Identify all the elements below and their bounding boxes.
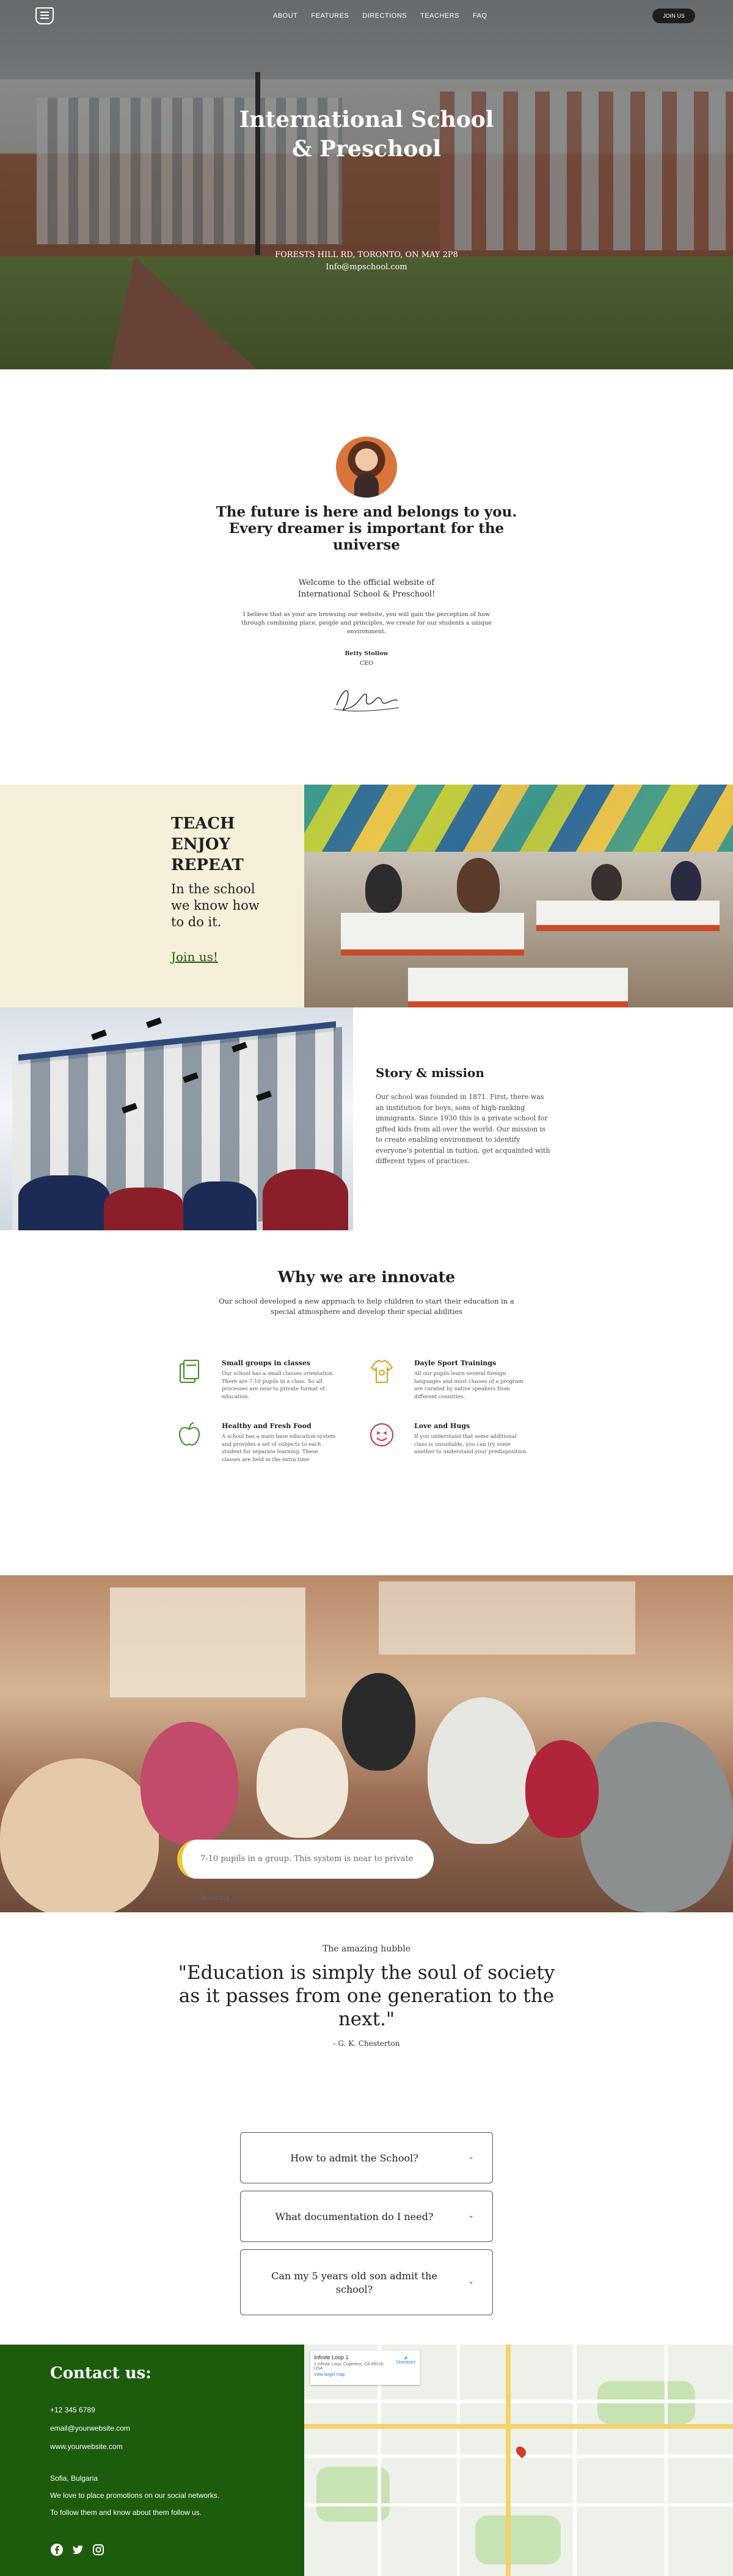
contact-email[interactable]: email@yourwebsite.com xyxy=(50,2424,130,2433)
classroom-kids-photo: 7-10 pupils in a group. This system is n… xyxy=(0,1575,733,1912)
faq-question: What documentation do I need? xyxy=(275,2211,434,2222)
view-larger-map-link[interactable]: View larger map xyxy=(314,2373,417,2377)
faq-section: How to admit the School? ⌄ What document… xyxy=(0,2077,733,2345)
nav-link-features[interactable]: FEATURES xyxy=(311,12,349,20)
contact-panel: Contact us: +12 345 6789 email@yourwebsi… xyxy=(0,2345,304,2576)
nav-links: ABOUT FEATURES DIRECTIONS TEACHERS FAQ xyxy=(273,12,487,20)
quote-text: "Education is simply the soul of society… xyxy=(178,1962,555,2030)
facebook-icon[interactable] xyxy=(50,2543,64,2556)
teach-heading: TEACH ENJOY REPEAT xyxy=(171,815,244,874)
feature-love: Love and Hugs If you understand that som… xyxy=(366,1420,531,1468)
books-icon xyxy=(180,1360,199,1383)
feature-small-groups: Small groups in classes Our school has a… xyxy=(174,1357,339,1406)
kids-caption-card: 7-10 pupils in a group. This system is n… xyxy=(177,1840,434,1903)
feature-title: Healthy and Fresh Food xyxy=(222,1422,312,1430)
footer: Contact us: +12 345 6789 email@yourwebsi… xyxy=(0,2345,733,2576)
faq-item-admit[interactable]: How to admit the School? ⌄ xyxy=(240,2132,493,2183)
top-nav: ABOUT FEATURES DIRECTIONS TEACHERS FAQ J… xyxy=(0,0,733,32)
ceo-role: CEO xyxy=(360,660,373,667)
promo-line-1: We love to place promotions on our socia… xyxy=(50,2491,220,2500)
faq-question: How to admit the School? xyxy=(290,2152,418,2164)
feature-title: Dayle Sport Trainings xyxy=(414,1359,497,1367)
hero-title: International School & Preschool xyxy=(239,107,494,162)
contact-title: Contact us: xyxy=(50,2364,151,2382)
chevron-down-icon: ⌄ xyxy=(468,2152,475,2161)
graduation-photo xyxy=(0,1007,353,1230)
feature-text: A school has a main base education syste… xyxy=(222,1434,336,1463)
ceo-name: Betty Stollow xyxy=(345,650,388,657)
location-map[interactable]: Infinite Loop 1 1 Infinite Loop, Cuperti… xyxy=(304,2345,733,2576)
directions-label: Directions xyxy=(396,2360,415,2365)
faq-question: Can my 5 years old son admit the school? xyxy=(271,2270,437,2295)
smile-icon xyxy=(370,1423,393,1446)
feature-sport: Dayle Sport Trainings All our pupils lea… xyxy=(366,1357,531,1406)
quote-section: The amazing hubble "Education is simply … xyxy=(0,1912,733,2077)
story-section: Story & mission Our school was founded i… xyxy=(0,1007,733,1230)
promo-line-2: To follow them and know about them follo… xyxy=(50,2508,202,2517)
signature-image xyxy=(334,690,399,712)
school-crest-icon[interactable] xyxy=(35,7,54,24)
apple-icon xyxy=(179,1422,200,1446)
feature-title: Love and Hugs xyxy=(414,1422,470,1430)
instagram-icon[interactable] xyxy=(92,2543,105,2556)
chevron-down-icon: ⌄ xyxy=(468,2211,475,2219)
directions-link[interactable]: ⬈ Directions xyxy=(396,2356,415,2365)
nav-link-directions[interactable]: DIRECTIONS xyxy=(362,12,407,20)
join-us-button[interactable]: JOIN US xyxy=(652,9,695,23)
welcome-intro: Welcome to the official website of Inter… xyxy=(297,578,436,599)
teach-section: TEACH ENJOY REPEAT In the school we know… xyxy=(0,785,733,1007)
feature-text: If you understand that some additional c… xyxy=(414,1434,528,1455)
why-title: Why we are innovate xyxy=(277,1268,456,1286)
why-subtitle: Our school developed a new approach to h… xyxy=(219,1297,514,1316)
feature-title: Small groups in classes xyxy=(222,1359,311,1367)
nav-link-about[interactable]: ABOUT xyxy=(273,12,297,20)
t-shirt-icon xyxy=(371,1360,393,1383)
directions-icon: ⬈ xyxy=(404,2356,408,2360)
chevron-down-icon: ⌄ xyxy=(468,2277,475,2285)
map-place-card: Infinite Loop 1 1 Infinite Loop, Cuperti… xyxy=(310,2351,420,2385)
hero-section: ABOUT FEATURES DIRECTIONS TEACHERS FAQ J… xyxy=(0,0,733,369)
map-place-address: 1 Infinite Loop, Cupertino, CA 95014, US… xyxy=(314,2362,384,2371)
avatar xyxy=(336,437,397,498)
teach-panel: TEACH ENJOY REPEAT In the school we know… xyxy=(0,785,304,1007)
quote-label: The amazing hubble xyxy=(322,1944,411,1954)
twitter-icon[interactable] xyxy=(71,2543,84,2556)
faq-item-five-years[interactable]: Can my 5 years old son admit the school?… xyxy=(240,2249,493,2315)
welcome-text: I believe that as your are browsing our … xyxy=(241,611,492,635)
faq-item-documentation[interactable]: What documentation do I need? ⌄ xyxy=(240,2191,493,2242)
classroom-photo xyxy=(304,785,733,1007)
feature-text: Our school has a small classes orientati… xyxy=(222,1371,335,1400)
quote-author: - G. K. Chesterton xyxy=(333,2039,400,2048)
feature-food: Healthy and Fresh Food A school has a ma… xyxy=(174,1420,339,1468)
why-section: Why we are innovate Our school developed… xyxy=(0,1230,733,1575)
nav-link-teachers[interactable]: TEACHERS xyxy=(420,12,459,20)
feature-text: All our pupils learn several foreign lan… xyxy=(414,1371,523,1400)
teach-subheading: In the school we know how to do it. xyxy=(171,882,260,929)
story-title: Story & mission xyxy=(376,1065,484,1080)
contact-city: Sofia, Bulgaria xyxy=(50,2474,98,2483)
story-text: Our school was founded in 1871. First, t… xyxy=(376,1093,550,1165)
welcome-heading: The future is here and belongs to you. E… xyxy=(216,504,517,553)
nav-link-faq[interactable]: FAQ xyxy=(473,12,487,20)
hero-address: FORESTS HILL RD, TORONTO, ON MAY 2P8 xyxy=(275,250,458,259)
contact-phone[interactable]: +12 345 6789 xyxy=(50,2406,95,2414)
join-us-link[interactable]: Join us! xyxy=(171,949,218,964)
contact-website[interactable]: www.yourwebsite.com xyxy=(50,2442,123,2451)
welcome-section: The future is here and belongs to you. E… xyxy=(0,369,733,785)
hero-email[interactable]: Info@mpschool.com xyxy=(0,263,733,272)
